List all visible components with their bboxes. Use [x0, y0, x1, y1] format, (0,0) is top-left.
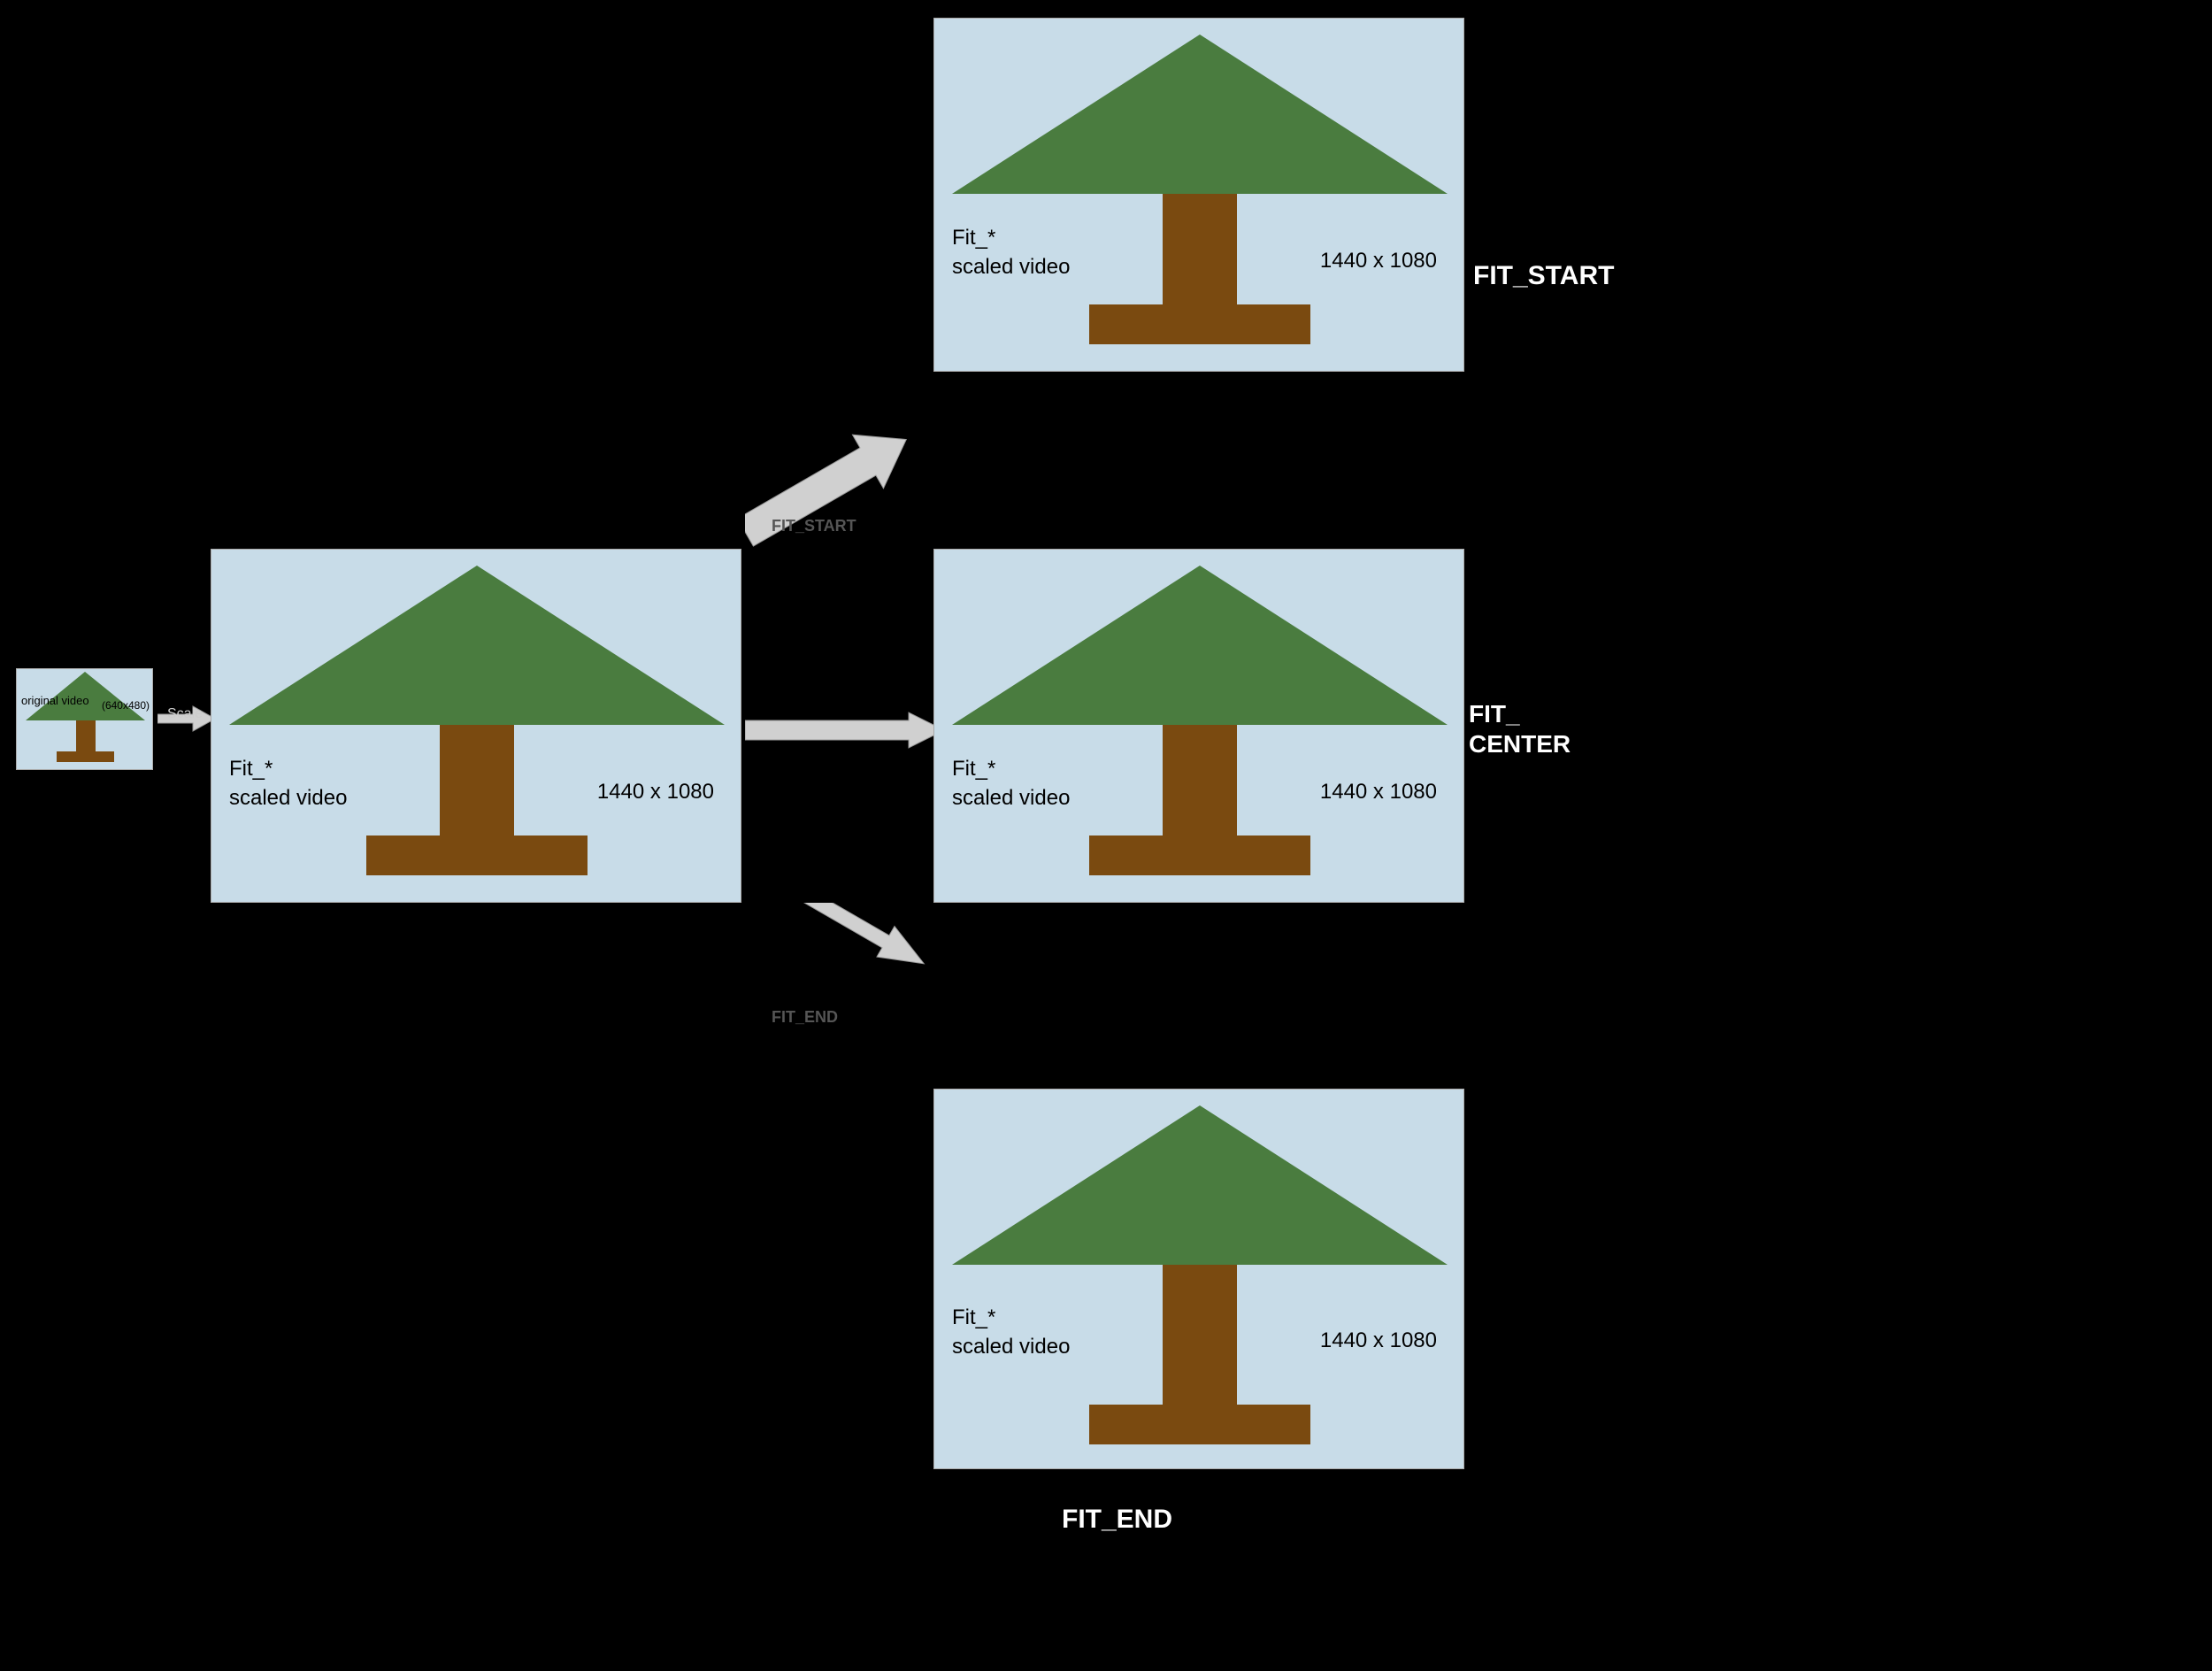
- svg-text:FIT_START: FIT_START: [772, 517, 856, 535]
- center-scaled-video-box: Fit_*scaled video 1440 x 1080: [211, 549, 741, 903]
- fit-center-video-box: Fit_*scaled video 1440 x 1080: [933, 549, 1464, 903]
- fit-start-video-box: Fit_*scaled video 1440 x 1080: [933, 18, 1464, 372]
- fit-center-mode-label: FIT_CENTER: [1469, 699, 1571, 758]
- fit-center-tree-svg: [934, 549, 1464, 902]
- fit-start-mode-label: FIT_START: [1473, 261, 1614, 291]
- original-video-size: (640x480): [102, 699, 150, 712]
- svg-text:FIT_END: FIT_END: [772, 1008, 838, 1026]
- fit-end-label-right: 1440 x 1080: [1320, 1328, 1437, 1353]
- fit-center-label-left: Fit_*scaled video: [952, 754, 1070, 813]
- scale-label: Scale: [167, 706, 203, 722]
- fit-end-label-left: Fit_*scaled video: [952, 1303, 1070, 1362]
- fit-start-label-left: Fit_*scaled video: [952, 223, 1070, 282]
- fit-center-label-right: 1440 x 1080: [1320, 780, 1437, 805]
- fit-start-tree-svg: [934, 18, 1464, 371]
- center-box-label-left: Fit_*scaled video: [229, 754, 347, 813]
- center-tree-svg: [211, 549, 741, 902]
- fit-center-arrow: FIT_CENTER: [745, 708, 949, 752]
- fit-end-mode-label: FIT_END: [1062, 1505, 1172, 1535]
- fit-end-arrow: FIT_END: [745, 903, 949, 1044]
- original-video-label: original video: [21, 694, 89, 734]
- fit-start-label-right: 1440 x 1080: [1320, 249, 1437, 273]
- center-box-label-right: 1440 x 1080: [597, 780, 714, 805]
- fit-end-tree-svg: [934, 1089, 1464, 1468]
- original-video-box: original video (640x480): [16, 668, 153, 770]
- fit-start-arrow: FIT_START: [745, 434, 949, 575]
- fit-end-video-box: Fit_*scaled video 1440 x 1080: [933, 1089, 1464, 1469]
